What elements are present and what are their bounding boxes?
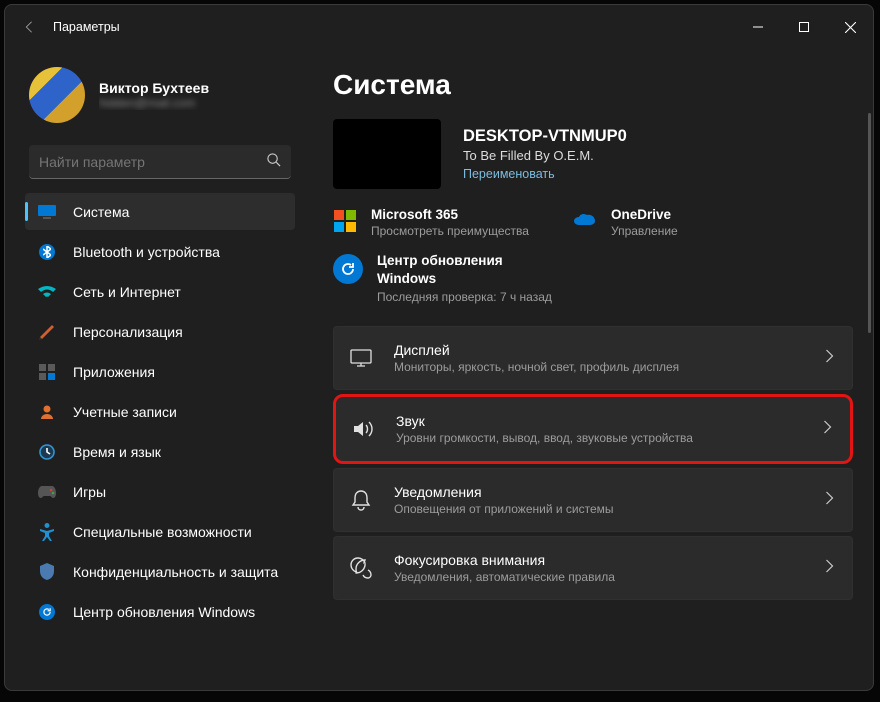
sound-icon <box>350 416 376 442</box>
sidebar-item-accounts[interactable]: Учетные записи <box>25 393 295 430</box>
card-notifications[interactable]: Уведомления Оповещения от приложений и си… <box>333 468 853 532</box>
sidebar-item-gaming[interactable]: Игры <box>25 473 295 510</box>
chevron-right-icon <box>825 559 834 578</box>
sidebar-item-personalization[interactable]: Персонализация <box>25 313 295 350</box>
card-sub: Уведомления, автоматические правила <box>394 570 825 584</box>
maximize-button[interactable] <box>781 12 827 42</box>
focus-icon <box>348 555 374 581</box>
chevron-right-icon <box>825 491 834 510</box>
chevron-right-icon <box>823 420 832 439</box>
user-tile[interactable]: Виктор Бухтеев hidden@mail.com <box>25 49 295 135</box>
sidebar-item-network[interactable]: Сеть и Интернет <box>25 273 295 310</box>
card-title: Звук <box>396 413 823 429</box>
sidebar-item-label: Время и язык <box>73 444 161 460</box>
card-focus[interactable]: Фокусировка внимания Уведомления, автомат… <box>333 536 853 600</box>
device-thumbnail <box>333 119 441 189</box>
sidebar-item-label: Конфиденциальность и защита <box>73 564 278 580</box>
tile-sub: Управление <box>611 224 678 238</box>
search-icon <box>266 152 281 172</box>
device-row: DESKTOP-VTNMUP0 To Be Filled By O.E.M. П… <box>333 119 853 189</box>
system-icon <box>37 202 57 222</box>
sidebar-item-label: Игры <box>73 484 106 500</box>
device-subtitle: To Be Filled By O.E.M. <box>463 148 627 163</box>
sidebar-item-label: Приложения <box>73 364 155 380</box>
settings-window: Параметры Виктор Бухтеев hidden@mail.com <box>4 4 874 691</box>
sidebar-item-label: Персонализация <box>73 324 183 340</box>
tile-sub: Последняя проверка: 7 ч назад <box>377 290 552 304</box>
search-box[interactable] <box>29 145 291 179</box>
apps-icon <box>37 362 57 382</box>
sidebar-item-label: Сеть и Интернет <box>73 284 181 300</box>
onedrive-icon <box>573 209 597 233</box>
card-title: Фокусировка внимания <box>394 552 825 568</box>
privacy-icon <box>37 562 57 582</box>
rename-link[interactable]: Переименовать <box>463 167 627 181</box>
avatar <box>29 67 85 123</box>
accounts-icon <box>37 402 57 422</box>
sidebar-item-label: Bluetooth и устройства <box>73 244 220 260</box>
tile-onedrive[interactable]: OneDrive Управление <box>573 207 791 238</box>
accessibility-icon <box>37 522 57 542</box>
sidebar-item-update[interactable]: Центр обновления Windows <box>25 593 295 630</box>
settings-card-list: Дисплей Мониторы, яркость, ночной свет, п… <box>333 326 853 600</box>
card-sound[interactable]: Звук Уровни громкости, вывод, ввод, звуко… <box>333 394 853 464</box>
personalization-icon <box>37 322 57 342</box>
update-icon <box>37 602 57 622</box>
page-title: Система <box>333 69 853 101</box>
tile-microsoft-365[interactable]: Microsoft 365 Просмотреть преимущества <box>333 207 551 238</box>
sidebar-item-bluetooth[interactable]: Bluetooth и устройства <box>25 233 295 270</box>
microsoft-365-icon <box>333 209 357 233</box>
tile-title: Microsoft 365 <box>371 207 529 222</box>
tile-title: OneDrive <box>611 207 678 222</box>
card-sub: Оповещения от приложений и системы <box>394 502 825 516</box>
close-button[interactable] <box>827 12 873 42</box>
card-sub: Мониторы, яркость, ночной свет, профиль … <box>394 360 825 374</box>
sidebar-item-time[interactable]: Время и язык <box>25 433 295 470</box>
time-icon <box>37 442 57 462</box>
sidebar-item-label: Центр обновления Windows <box>73 604 255 620</box>
sidebar-item-label: Учетные записи <box>73 404 177 420</box>
card-display[interactable]: Дисплей Мониторы, яркость, ночной свет, п… <box>333 326 853 390</box>
card-title: Дисплей <box>394 342 825 358</box>
titlebar: Параметры <box>5 5 873 49</box>
tile-windows-update[interactable]: Центр обновления Windows Последняя прове… <box>333 252 853 304</box>
minimize-button[interactable] <box>735 12 781 42</box>
back-button[interactable] <box>15 13 43 41</box>
window-title: Параметры <box>53 20 120 34</box>
tile-sub: Просмотреть преимущества <box>371 224 529 238</box>
sidebar-item-apps[interactable]: Приложения <box>25 353 295 390</box>
sidebar-item-system[interactable]: Система <box>25 193 295 230</box>
gaming-icon <box>37 482 57 502</box>
display-icon <box>348 345 374 371</box>
main-content: Система DESKTOP-VTNMUP0 To Be Filled By … <box>305 49 873 690</box>
sidebar: Виктор Бухтеев hidden@mail.com Система Bl… <box>5 49 305 690</box>
nav-list: Система Bluetooth и устройства Сеть и Инте… <box>25 193 295 630</box>
card-sub: Уровни громкости, вывод, ввод, звуковые … <box>396 431 823 445</box>
user-email: hidden@mail.com <box>99 96 209 110</box>
windows-update-icon <box>333 254 363 284</box>
bluetooth-icon <box>37 242 57 262</box>
chevron-right-icon <box>825 349 834 368</box>
user-name: Виктор Бухтеев <box>99 80 209 96</box>
notifications-icon <box>348 487 374 513</box>
card-title: Уведомления <box>394 484 825 500</box>
scrollbar[interactable] <box>868 113 871 333</box>
sidebar-item-accessibility[interactable]: Специальные возможности <box>25 513 295 550</box>
search-input[interactable] <box>39 154 266 170</box>
device-name: DESKTOP-VTNMUP0 <box>463 127 627 146</box>
tile-title: Центр обновления Windows <box>377 252 527 287</box>
sidebar-item-label: Система <box>73 204 129 220</box>
sidebar-item-label: Специальные возможности <box>73 524 252 540</box>
network-icon <box>37 282 57 302</box>
sidebar-item-privacy[interactable]: Конфиденциальность и защита <box>25 553 295 590</box>
